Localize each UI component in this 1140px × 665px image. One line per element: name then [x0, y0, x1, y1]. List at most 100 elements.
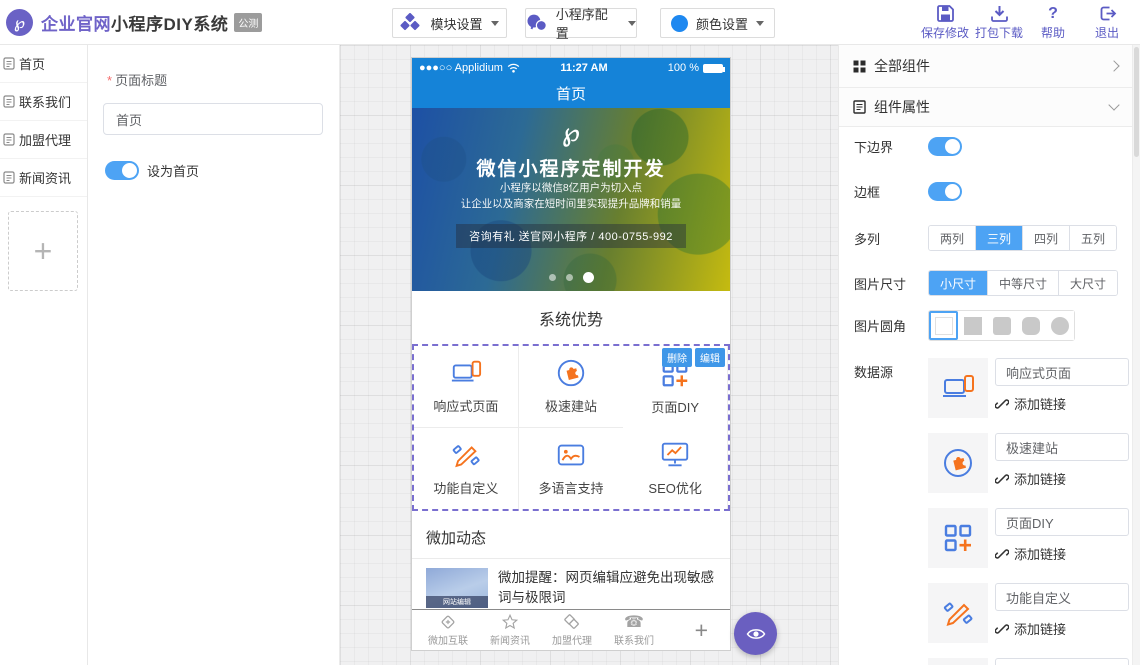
sidebar-item-home[interactable]: 首页 — [0, 45, 87, 83]
radius-option-none-selected[interactable] — [929, 311, 958, 340]
datasource-title-input[interactable] — [995, 358, 1129, 386]
phone-nav-bar: 首页 — [412, 78, 730, 108]
tab-agency[interactable]: 加盟代理 — [542, 613, 602, 647]
datasource-icon-box — [928, 433, 988, 493]
datasource-fields: 添加链接 — [995, 358, 1129, 418]
color-settings-dropdown[interactable]: 颜色设置 — [660, 8, 775, 38]
feature-cell[interactable]: 功能自定义 — [414, 428, 519, 510]
all-components-header[interactable]: 全部组件 — [839, 45, 1140, 88]
custom-func-icon — [941, 596, 975, 630]
tab-label: 新闻资讯 — [490, 632, 530, 647]
tab-contact[interactable]: ☎ 联系我们 — [604, 614, 664, 647]
datasource-title-input[interactable] — [995, 658, 1129, 665]
caret-down-icon — [491, 21, 499, 26]
image-size-large[interactable]: 大尺寸 — [1059, 271, 1117, 295]
set-homepage-toggle[interactable] — [105, 161, 139, 180]
add-link-button[interactable]: 添加链接 — [995, 544, 1129, 563]
tab-weijia[interactable]: 微加互联 — [418, 613, 478, 647]
add-link-button[interactable]: 添加链接 — [995, 394, 1129, 413]
carrier-text: ●●●○○ Applidium — [419, 62, 541, 74]
datasource-title-input[interactable] — [995, 433, 1129, 461]
border-toggle[interactable] — [928, 182, 962, 201]
radius-square-shape — [964, 317, 982, 335]
carousel-dot-active[interactable] — [583, 272, 594, 283]
miniprogram-config-dropdown[interactable]: 小程序配置 — [525, 8, 637, 38]
columns-option-4[interactable]: 四列 — [1023, 226, 1070, 250]
top-bar: ℘ 企业官网小程序DIY系统 公测 模块设置 小程序配置 颜色设置 保存修改 打… — [0, 0, 1140, 45]
radius-option-circle[interactable] — [1045, 311, 1074, 340]
radius-option-0[interactable] — [958, 311, 987, 340]
component-properties-header[interactable]: 组件属性 — [839, 88, 1140, 127]
datasource-fields: 添加链接 — [995, 433, 1129, 493]
seo-icon — [659, 439, 691, 471]
help-button[interactable]: ? 帮助 — [1026, 4, 1080, 41]
tabbar-add-button[interactable]: + — [695, 617, 708, 644]
news-list-item[interactable]: 网站编辑 微加提醒：网页编辑应避免出现敏感词与极限词 — [412, 559, 730, 611]
columns-option-2[interactable]: 两列 — [929, 226, 976, 250]
banner-subtitle-2: 让企业以及商家在短时间里实现提升品牌和销量 — [412, 197, 730, 213]
sidebar-item-news[interactable]: 新闻资讯 — [0, 159, 87, 197]
status-battery: 100 % — [627, 62, 723, 74]
datasource-title-input[interactable] — [995, 508, 1129, 536]
carousel-dot[interactable] — [549, 274, 556, 281]
add-link-button[interactable]: 添加链接 — [995, 469, 1129, 488]
columns-option-3-selected[interactable]: 三列 — [976, 226, 1023, 250]
columns-row: 多列 两列 三列 四列 五列 — [854, 225, 1128, 251]
add-link-button[interactable]: 添加链接 — [995, 619, 1129, 638]
exit-button[interactable]: 退出 — [1080, 4, 1134, 41]
add-link-label: 添加链接 — [1014, 544, 1066, 563]
prop-label: 图片尺寸 — [854, 274, 928, 293]
sidebar-item-contact[interactable]: 联系我们 — [0, 83, 87, 121]
edit-component-button[interactable]: 编辑 — [695, 348, 725, 367]
datasource-item: 添加链接 — [928, 433, 1129, 493]
tags-icon — [563, 613, 581, 631]
set-homepage-label: 设为首页 — [147, 161, 199, 180]
sidebar-item-agency[interactable]: 加盟代理 — [0, 121, 87, 159]
prop-label: 图片圆角 — [854, 316, 928, 335]
scrollbar-thumb[interactable] — [1134, 47, 1139, 157]
feature-cell[interactable]: 响应式页面 — [414, 346, 519, 428]
feature-cell[interactable]: 极速建站 — [519, 346, 624, 428]
radius-option-small[interactable] — [987, 311, 1016, 340]
feature-cell[interactable]: SEO优化 — [623, 428, 728, 510]
add-page-button[interactable]: + — [8, 211, 78, 291]
news-section-title: 微加动态 — [412, 511, 730, 559]
datasource-icon-box — [928, 583, 988, 643]
datasource-item: 添加链接 — [928, 508, 1129, 568]
banner-cta: 咨询有礼 送官网小程序 / 400-0755-992 — [456, 224, 686, 248]
page-icon — [3, 57, 15, 70]
save-button[interactable]: 保存修改 — [918, 4, 972, 41]
preview-button[interactable] — [734, 612, 777, 655]
carousel-dot[interactable] — [566, 274, 573, 281]
dropdown-label: 颜色设置 — [696, 14, 748, 33]
page-title-input[interactable] — [103, 103, 323, 135]
download-button[interactable]: 打包下载 — [972, 4, 1026, 41]
banner-subtitle-1: 小程序以微信8亿用户为切入点 — [412, 181, 730, 197]
delete-component-button[interactable]: 删除 — [662, 348, 692, 367]
page-item-label: 新闻资讯 — [19, 168, 71, 187]
image-size-small-selected[interactable]: 小尺寸 — [929, 271, 988, 295]
prop-label: 下边界 — [854, 137, 928, 156]
feature-cell[interactable]: 多语言支持 — [519, 428, 624, 510]
scrollbar-track[interactable] — [1132, 45, 1140, 665]
tab-news[interactable]: 新闻资讯 — [480, 613, 540, 647]
caret-down-icon — [756, 21, 764, 26]
feature-label: 响应式页面 — [433, 396, 498, 415]
all-components-label: 全部组件 — [874, 56, 930, 76]
brand: ℘ 企业官网小程序DIY系统 公测 — [6, 9, 262, 36]
datasource-list: 添加链接 添加链接 — [928, 358, 1129, 665]
banner-slide[interactable]: ℘ 微信小程序定制开发 小程序以微信8亿用户为切入点 让企业以及商家在短时间里实… — [412, 108, 730, 291]
image-size-medium[interactable]: 中等尺寸 — [988, 271, 1059, 295]
link-icon — [995, 622, 1009, 636]
page-icon — [3, 171, 15, 184]
datasource-title-input[interactable] — [995, 583, 1129, 611]
datasource-item: 添加链接 — [928, 583, 1129, 643]
banner-logo-icon: ℘ — [412, 117, 730, 148]
module-settings-dropdown[interactable]: 模块设置 — [392, 8, 507, 38]
feature-grid-component-selected[interactable]: 删除 编辑 响应式页面 极速建站 页面DIY 功能自定义 多语言支持 — [412, 344, 730, 511]
bottom-border-toggle[interactable] — [928, 137, 962, 156]
columns-option-5[interactable]: 五列 — [1070, 226, 1116, 250]
radius-option-large[interactable] — [1016, 311, 1045, 340]
responsive-page-icon — [941, 371, 975, 405]
tab-label: 联系我们 — [614, 632, 654, 647]
